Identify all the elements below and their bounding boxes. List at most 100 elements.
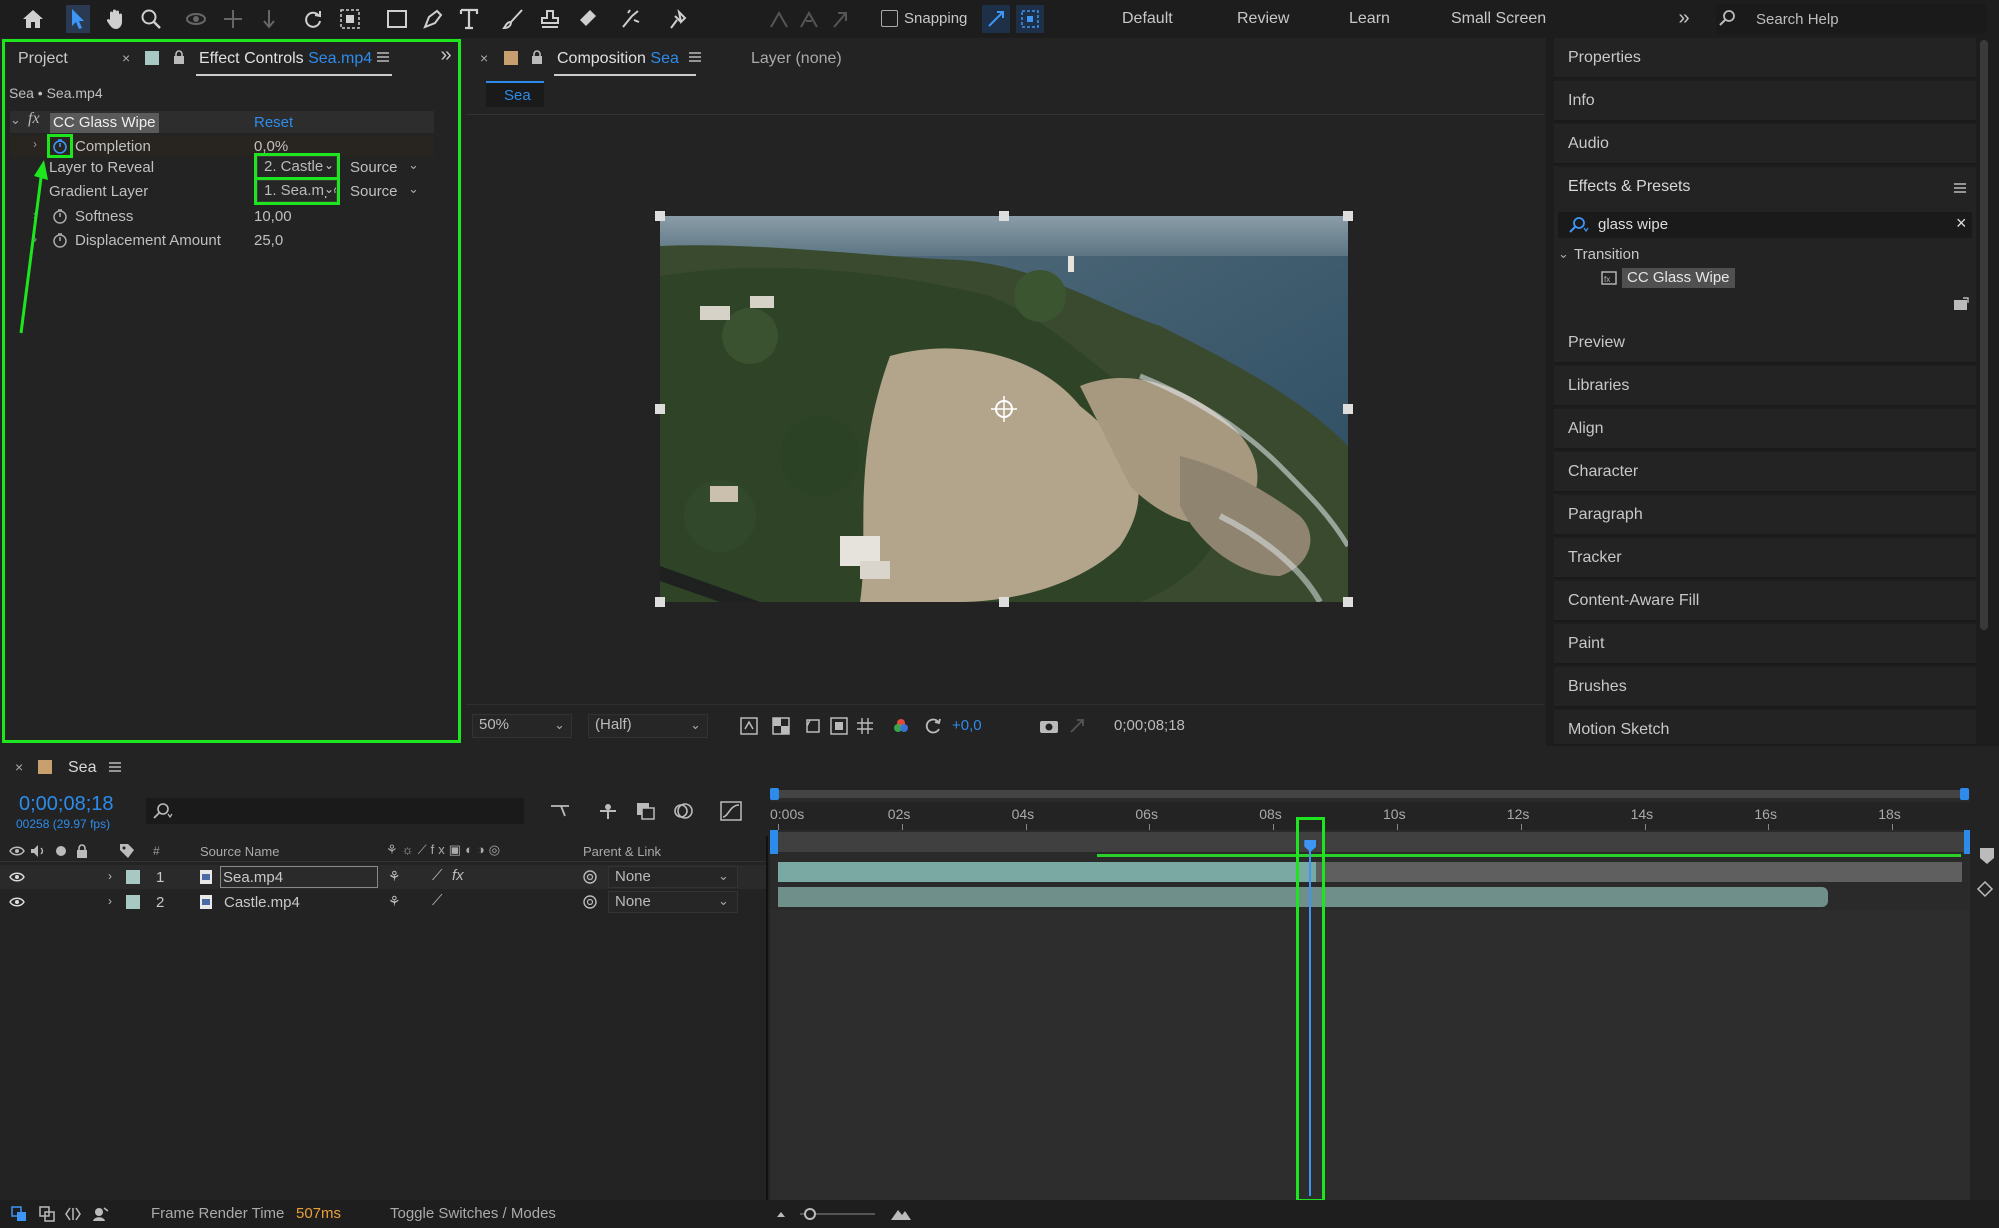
layer-1-name-field[interactable]: Sea.mp4 [220,866,378,888]
time-navigator-bar[interactable] [772,790,1968,798]
align-center-icon[interactable] [796,6,822,32]
hand-tool-icon[interactable] [103,6,129,32]
composition-close-icon[interactable]: × [480,50,488,66]
snap-edges-icon[interactable] [982,5,1010,33]
orbit-tool-icon[interactable] [183,6,209,32]
viewer-timecode[interactable]: 0;00;08;18 [1114,717,1185,734]
right-panel-scrollbar[interactable] [1980,40,1988,630]
guides-grid-icon[interactable] [854,715,876,737]
properties-panel-button[interactable]: Properties [1554,38,1976,79]
layer-1-pickwhip-icon[interactable] [582,869,598,885]
pen-tool-icon[interactable] [420,6,446,32]
layer-2-quality-icon[interactable]: ⟋ [432,892,443,909]
rectangle-tool-icon[interactable] [384,6,410,32]
home-icon[interactable] [20,6,46,32]
composition-lock-icon[interactable] [530,49,544,65]
handle-top[interactable] [999,211,1009,221]
comp-flowchart-icon[interactable] [548,800,572,822]
toggle-switches-modes[interactable]: Toggle Switches / Modes [390,1205,556,1222]
timeline-search-field[interactable] [146,798,524,824]
cc-glass-wipe-result[interactable]: CC Glass Wipe [1622,268,1735,288]
selection-tool-icon[interactable] [66,5,90,33]
layer-1-label-color[interactable] [126,870,140,884]
layer-row-castle[interactable]: › 2 Castle.mp4 ⚘ ⟋ None ⌄ [0,890,766,914]
motion-sketch-panel-button[interactable]: Motion Sketch [1554,710,1976,746]
paragraph-panel-button[interactable]: Paragraph [1554,495,1976,536]
layer-1-expand-icon[interactable]: › [108,869,112,883]
work-area-bar[interactable] [772,832,1968,852]
tab-composition[interactable]: Composition Sea [557,50,679,68]
layer-2-label-color[interactable] [126,895,140,909]
workspace-review[interactable]: Review [1237,10,1289,28]
puppet-pin-icon[interactable] [665,6,691,32]
eraser-tool-icon[interactable] [574,6,600,32]
transition-category[interactable]: Transition [1574,246,1639,263]
timeline-close-icon[interactable]: × [15,759,23,775]
in-out-panes-icon[interactable] [64,1205,82,1223]
type-tool-icon[interactable] [456,6,482,32]
align-right-icon[interactable] [827,6,853,32]
work-area-start[interactable] [770,830,778,854]
navigator-end-handle[interactable] [1960,788,1969,800]
exposure-value[interactable]: +0,0 [952,717,982,734]
layer-switches-icon[interactable] [38,1205,56,1223]
composition-viewer-image[interactable] [660,216,1348,602]
snap-features-icon[interactable] [1016,5,1044,33]
zoom-in-timeline-icon[interactable] [888,1204,914,1224]
render-time-pane-icon[interactable] [90,1205,110,1223]
transparency-grid-icon[interactable] [770,715,792,737]
layer-1-quality-icon[interactable]: ⟋ [432,867,443,884]
rotation-tool-icon[interactable] [300,6,326,32]
align-left-icon[interactable] [766,6,792,32]
show-snapshot-icon[interactable] [1066,715,1088,737]
zoom-tool-icon[interactable] [138,6,164,32]
frame-blending-icon[interactable] [634,800,658,822]
shy-layers-icon[interactable] [596,800,620,822]
tracker-panel-button[interactable]: Tracker [1554,538,1976,579]
reset-exposure-icon[interactable] [922,715,944,737]
handle-bottom-right[interactable] [1343,597,1353,607]
snapshot-icon[interactable] [1038,715,1060,737]
timeline-comp-name[interactable]: Sea [68,759,96,777]
audio-panel-button[interactable]: Audio [1554,124,1976,165]
brushes-panel-button[interactable]: Brushes [1554,667,1976,708]
content-aware-fill-panel-button[interactable]: Content-Aware Fill [1554,581,1976,622]
brush-tool-icon[interactable] [500,6,526,32]
info-panel-button[interactable]: Info [1554,81,1976,122]
layer-1-shy-icon[interactable]: ⚘ [388,868,401,885]
new-folder-icon[interactable] [1952,295,1970,313]
sea-subtab[interactable]: Sea [486,81,544,107]
effects-search-field[interactable]: glass wipe × [1558,212,1972,238]
comp-marker-icon[interactable] [1978,846,1996,866]
layer-marker-icon[interactable] [1974,878,1996,900]
roto-brush-icon[interactable] [618,6,644,32]
composition-menu-icon[interactable] [686,48,704,66]
work-area-end[interactable] [1964,830,1970,854]
snapping-checkbox[interactable] [881,10,898,27]
time-graph[interactable]: 0:00s 02s 04s 06s 08s 10s 12s 14s 16s 18s [770,788,1970,1200]
handle-top-left[interactable] [655,211,665,221]
camera-behind-icon[interactable] [337,6,363,32]
handle-right[interactable] [1343,404,1353,414]
region-of-interest-icon[interactable] [828,715,850,737]
layer-row-sea[interactable]: › 1 Sea.mp4 ⚘ ⟋ fx None ⌄ [0,865,766,889]
libraries-panel-button[interactable]: Libraries [1554,366,1976,407]
mask-visibility-icon[interactable] [802,715,824,737]
clone-stamp-icon[interactable] [537,6,563,32]
time-ruler[interactable] [770,802,1970,830]
zoom-out-timeline-icon[interactable] [772,1205,790,1223]
effects-menu-icon[interactable] [1951,179,1969,197]
align-panel-button[interactable]: Align [1554,409,1976,450]
handle-bottom[interactable] [999,597,1009,607]
tab-layer[interactable]: Layer (none) [751,50,842,68]
color-channels-icon[interactable] [890,715,912,737]
layer-1-fx-icon[interactable]: fx [452,867,464,884]
timeline-zoom-slider-thumb[interactable] [804,1208,816,1220]
dolly-tool-icon[interactable] [256,6,282,32]
search-help-field[interactable]: Search Help [1716,4,1986,34]
layer-2-name[interactable]: Castle.mp4 [224,894,300,911]
layer-2-shy-icon[interactable]: ⚘ [388,893,401,910]
timeline-menu-icon[interactable] [106,758,124,776]
paint-panel-button[interactable]: Paint [1554,624,1976,665]
workspace-overflow-icon[interactable]: » [1672,6,1696,30]
